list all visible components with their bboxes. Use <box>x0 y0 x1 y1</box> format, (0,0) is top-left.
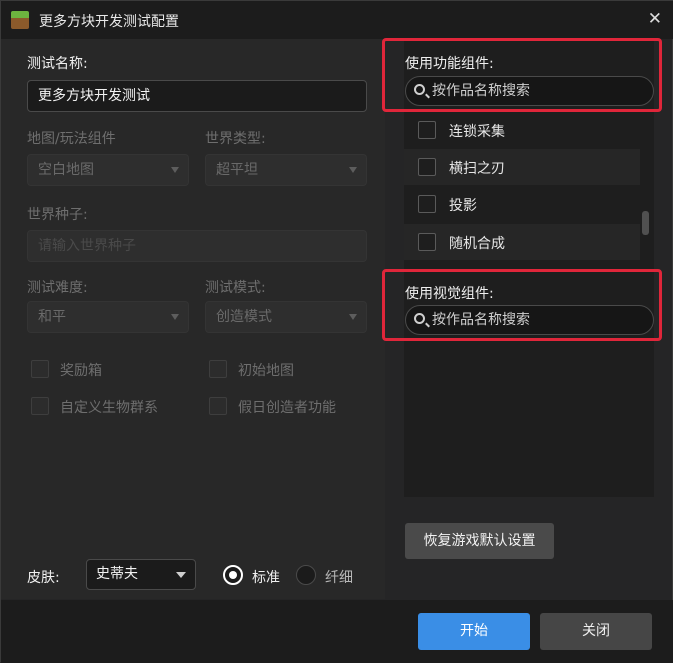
component-label: 投影 <box>449 198 477 214</box>
component-label: 随机合成 <box>449 236 505 252</box>
test-name-label: 测试名称: <box>27 56 88 72</box>
skin-value: 史蒂夫 <box>96 566 138 582</box>
map-component-select[interactable]: 空白地图 <box>27 154 189 186</box>
component-label: 横扫之刃 <box>449 161 505 177</box>
skin-slim-label: 纤细 <box>325 570 353 586</box>
skin-standard-label: 标准 <box>252 570 280 586</box>
test-mode-select[interactable]: 创造模式 <box>205 301 367 333</box>
start-button[interactable]: 开始 <box>418 613 530 650</box>
world-type-select[interactable]: 超平坦 <box>205 154 367 186</box>
difficulty-select[interactable]: 和平 <box>27 301 189 333</box>
window-title: 更多方块开发测试配置 <box>39 14 179 30</box>
skin-select[interactable]: 史蒂夫 <box>86 559 196 590</box>
component-checkbox[interactable] <box>418 195 436 213</box>
skin-label: 皮肤: <box>27 570 60 586</box>
title-bar: 更多方块开发测试配置 ✕ <box>1 1 673 39</box>
chevron-down-icon <box>349 314 357 320</box>
holiday-creator-label: 假日创造者功能 <box>238 400 336 416</box>
list-item[interactable]: 横扫之刃 <box>404 149 640 185</box>
component-checkbox[interactable] <box>418 233 436 251</box>
restore-defaults-button[interactable]: 恢复游戏默认设置 <box>405 523 554 559</box>
bonus-chest-checkbox[interactable] <box>31 360 49 378</box>
close-button[interactable]: 关闭 <box>540 613 652 650</box>
test-mode-label: 测试模式: <box>205 280 266 296</box>
test-mode-value: 创造模式 <box>216 309 272 325</box>
list-item[interactable]: 随机合成 <box>404 224 640 260</box>
list-item[interactable]: 投影 <box>404 186 640 222</box>
config-dialog: 更多方块开发测试配置 ✕ 测试名称: 更多方块开发测试 地图/玩法组件 世界类型… <box>0 0 673 663</box>
skin-standard-radio[interactable] <box>223 565 243 585</box>
world-type-label: 世界类型: <box>205 131 266 147</box>
close-icon[interactable]: ✕ <box>648 9 662 29</box>
skin-slim-radio[interactable] <box>296 565 316 585</box>
component-checkbox[interactable] <box>418 158 436 176</box>
list-item[interactable]: 连锁采集 <box>404 112 640 148</box>
world-seed-input[interactable]: 请输入世界种子 <box>27 230 367 262</box>
visual-components-highlight <box>382 269 662 341</box>
difficulty-value: 和平 <box>38 309 66 325</box>
world-seed-label: 世界种子: <box>27 207 88 223</box>
custom-biome-label: 自定义生物群系 <box>60 400 158 416</box>
function-components-highlight <box>382 38 662 112</box>
chevron-down-icon <box>349 167 357 173</box>
custom-biome-checkbox[interactable] <box>31 397 49 415</box>
holiday-creator-checkbox[interactable] <box>209 397 227 415</box>
component-checkbox[interactable] <box>418 121 436 139</box>
initial-map-checkbox[interactable] <box>209 360 227 378</box>
minecraft-grass-block-icon <box>11 11 29 29</box>
chevron-down-icon <box>176 572 186 578</box>
difficulty-label: 测试难度: <box>27 280 88 296</box>
bonus-chest-label: 奖励箱 <box>60 363 102 379</box>
initial-map-label: 初始地图 <box>238 363 294 379</box>
list-scrollbar[interactable] <box>642 211 649 235</box>
component-label: 连锁采集 <box>449 124 505 140</box>
map-component-label: 地图/玩法组件 <box>27 131 116 147</box>
world-type-value: 超平坦 <box>216 162 258 178</box>
chevron-down-icon <box>171 167 179 173</box>
test-name-input[interactable]: 更多方块开发测试 <box>27 80 367 112</box>
chevron-down-icon <box>171 314 179 320</box>
map-component-value: 空白地图 <box>38 162 94 178</box>
